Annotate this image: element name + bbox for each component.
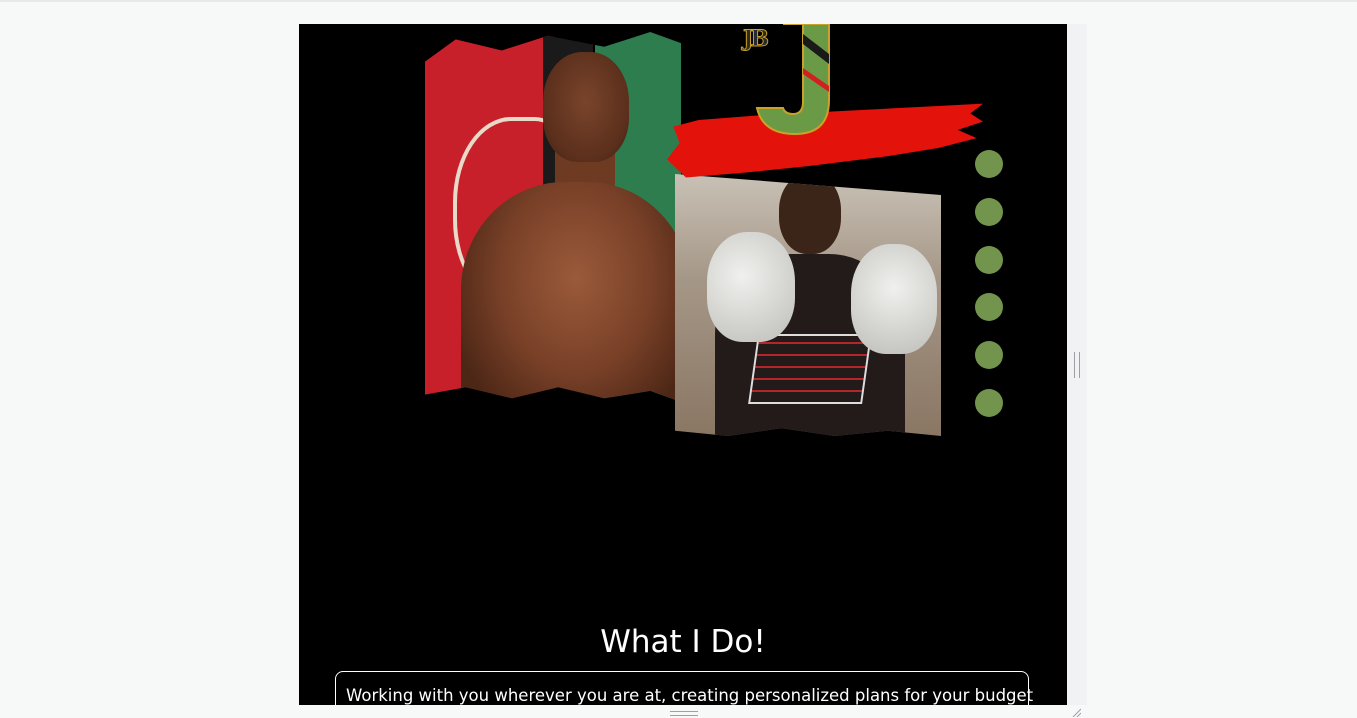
resize-handle-right[interactable] bbox=[1074, 352, 1080, 378]
hero-collage: JB bbox=[299, 24, 1067, 484]
dot bbox=[975, 341, 1003, 369]
resize-corner-icon[interactable] bbox=[1071, 707, 1081, 717]
dot bbox=[975, 246, 1003, 274]
decorative-dots bbox=[975, 150, 1005, 430]
athlete-flag-photo bbox=[425, 32, 681, 402]
resize-handle-bottom[interactable] bbox=[670, 711, 698, 716]
section-text-card: Working with you wherever you are at, cr… bbox=[335, 671, 1034, 705]
dot bbox=[975, 150, 1003, 178]
browser-top-strip bbox=[0, 0, 1357, 2]
jb-monogram: JB bbox=[742, 26, 769, 53]
dot bbox=[975, 389, 1003, 417]
boxer-gloves-photo bbox=[675, 174, 941, 436]
section-title: What I Do! bbox=[600, 624, 766, 660]
dot bbox=[975, 293, 1003, 321]
section-body-text: Working with you wherever you are at, cr… bbox=[346, 686, 1034, 705]
site-preview-frame: JB What I Do! Working with you wherever … bbox=[299, 24, 1067, 705]
dot bbox=[975, 198, 1003, 226]
